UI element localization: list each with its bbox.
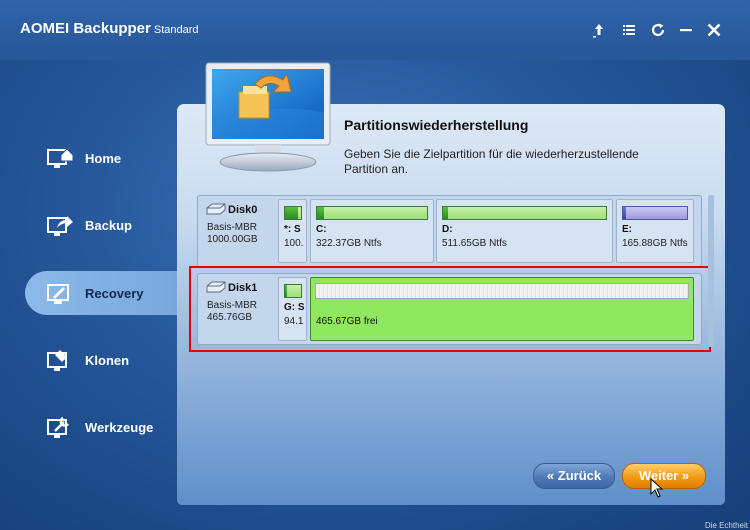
disk-row-disk0[interactable]: Disk0 Basis-MBR 1000.00GB *: S 100. C: 32… <box>197 195 702 267</box>
disk-icon <box>206 203 226 215</box>
sidebar-item-label: Backup <box>85 218 132 233</box>
menu-icon[interactable] <box>618 19 640 41</box>
partition-system[interactable]: *: S 100. <box>278 199 307 263</box>
page-description: Geben Sie die Zielpartition für die wied… <box>344 147 639 176</box>
partition-label: E: <box>622 224 632 235</box>
back-button[interactable]: « Zurück <box>533 463 615 489</box>
sidebar-item-label: Recovery <box>85 286 144 301</box>
corner-text: Die Echtheit <box>704 521 748 530</box>
partition-size: 165.88GB Ntfs <box>622 238 688 249</box>
disk-name: Disk0 <box>228 204 258 216</box>
tools-icon <box>47 416 69 438</box>
partition-d[interactable]: D: 511.65GB Ntfs <box>436 199 613 263</box>
partition-size: 100. <box>284 238 304 249</box>
partition-label: *: S <box>284 224 301 235</box>
sidebar-item-klonen[interactable]: Klonen <box>25 338 177 382</box>
close-icon[interactable] <box>703 19 725 41</box>
disk-type: Basis-MBR <box>207 222 258 233</box>
clone-icon <box>47 350 67 371</box>
partition-usage-bar <box>316 206 428 220</box>
partition-usage-bar <box>284 206 302 220</box>
partition-size: 511.65GB Ntfs <box>442 238 507 249</box>
sidebar-item-werkzeuge[interactable]: Werkzeuge <box>25 405 177 449</box>
disk-size: 1000.00GB <box>207 234 258 245</box>
edition-label: Standard <box>153 24 199 36</box>
disk-info: Disk0 Basis-MBR 1000.00GB <box>198 196 275 266</box>
partition-usage-bar <box>622 206 688 220</box>
sidebar-item-label: Home <box>85 151 122 166</box>
recovery-monitor-icon <box>205 62 331 172</box>
backup-icon <box>47 216 73 236</box>
partition-usage-bar <box>442 206 607 220</box>
sidebar-item-home[interactable]: Home <box>25 136 177 180</box>
selection-highlight <box>189 266 711 352</box>
partition-e[interactable]: E: 165.88GB Ntfs <box>616 199 694 263</box>
mouse-cursor-icon <box>650 478 664 498</box>
sidebar-item-backup[interactable]: Backup <box>25 203 177 247</box>
home-icon <box>47 148 73 168</box>
minimize-icon[interactable] <box>675 19 697 41</box>
partition-size: 322.37GB Ntfs <box>316 238 382 249</box>
sidebar-item-label: Werkzeuge <box>85 420 154 435</box>
partition-label: C: <box>316 224 327 235</box>
app-window: AOMEI Backupper Standard Home Backup Reco… <box>0 0 750 530</box>
sidebar-item-recovery[interactable]: Recovery <box>25 271 177 315</box>
partition-c[interactable]: C: 322.37GB Ntfs <box>310 199 434 263</box>
page-title: Partitionswiederherstellung <box>344 117 529 133</box>
window-title: AOMEI Backupper Standard <box>20 20 199 37</box>
sidebar-item-label: Klonen <box>85 353 130 368</box>
next-button[interactable]: Weiter » <box>622 463 706 489</box>
upgrade-icon[interactable] <box>588 19 610 41</box>
refresh-icon[interactable] <box>647 19 669 41</box>
partition-label: D: <box>442 224 453 235</box>
recovery-icon <box>47 284 69 304</box>
disk-list-scrollbar[interactable] <box>708 195 714 347</box>
